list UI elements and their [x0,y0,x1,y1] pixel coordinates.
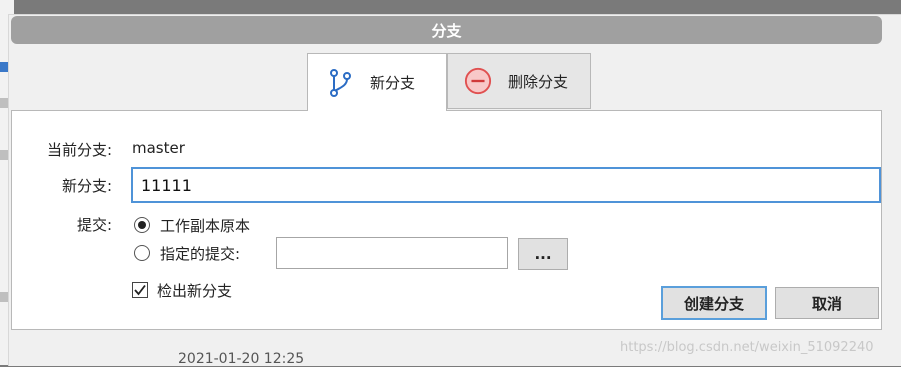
commit-label: 提交: [76,216,112,234]
tab-delete-branch[interactable]: 删除分支 [447,53,591,109]
background-fragment [0,98,8,108]
checkout-label: 检出新分支 [157,282,233,300]
dialog-title: 分支 [11,16,882,44]
background-fragment [0,62,8,72]
watermark: https://blog.csdn.net/weixin_51092240 [620,340,874,355]
working-copy-label: 工作副本原本 [160,217,251,235]
specified-commit-radio[interactable] [134,245,150,261]
checkout-checkbox[interactable] [132,282,148,298]
tab-bar: 新分支 删除分支 [307,53,591,111]
tab-panel: 当前分支: master 新分支: 提交: 工作副本原本 指定的提交: ... … [11,110,882,330]
background-fragment [0,292,8,302]
tab-new-branch[interactable]: 新分支 [307,53,447,111]
cancel-button[interactable]: 取消 [775,287,879,319]
specified-commit-label: 指定的提交: [160,245,241,263]
specified-commit-input[interactable] [276,237,508,269]
working-copy-radio[interactable] [134,217,150,233]
check-icon [134,284,146,296]
branch-icon [326,68,354,97]
browse-commit-button[interactable]: ... [518,238,568,270]
new-branch-label: 新分支: [61,177,112,195]
tab-new-branch-label: 新分支 [370,74,416,92]
tab-delete-branch-label: 删除分支 [508,72,569,91]
new-branch-input[interactable] [131,167,881,203]
create-branch-button[interactable]: 创建分支 [661,286,767,320]
current-branch-value: master [132,139,185,157]
background-fragment [0,150,8,160]
minus-circle-icon [464,67,492,95]
current-branch-label: 当前分支: [46,141,112,159]
